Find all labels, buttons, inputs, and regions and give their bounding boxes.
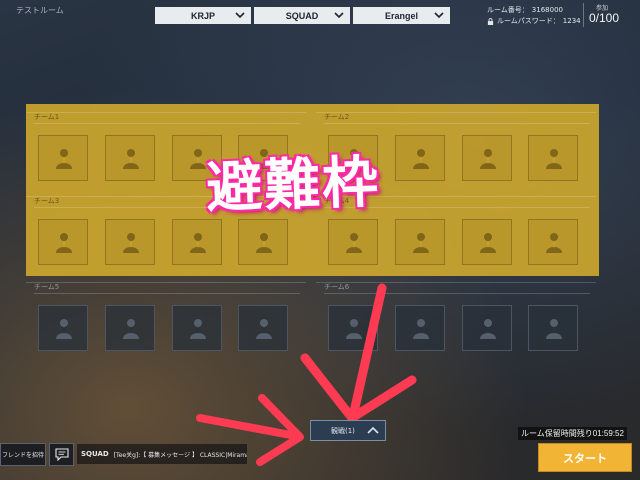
overlay-caption: 避難枠 xyxy=(205,148,382,222)
team-label: チーム2 xyxy=(324,113,350,121)
mode-value: SQUAD xyxy=(285,10,319,21)
chevron-up-icon xyxy=(367,426,379,434)
player-silhouette-icon xyxy=(56,319,72,339)
team-label: チーム6 xyxy=(324,283,350,291)
spectate-button[interactable]: 観戦(1) xyxy=(310,420,386,441)
player-silhouette-icon xyxy=(413,233,429,253)
team-divider xyxy=(34,123,300,124)
player-silhouette-icon xyxy=(123,149,139,169)
player-slot[interactable] xyxy=(395,135,445,181)
team-label: チーム3 xyxy=(34,197,60,205)
player-silhouette-icon xyxy=(413,319,429,339)
player-silhouette-icon xyxy=(480,233,496,253)
player-slot[interactable] xyxy=(395,305,445,351)
lock-icon xyxy=(487,18,494,25)
player-silhouette-icon xyxy=(56,233,72,253)
player-silhouette-icon xyxy=(256,233,272,253)
player-silhouette-icon xyxy=(546,319,562,339)
arrow-right-head xyxy=(256,394,304,466)
player-slot[interactable] xyxy=(328,219,378,265)
chat-message: [Tee关g]:【 募集メッセージ 】 CLASSIC|Mirama xyxy=(113,451,247,459)
player-silhouette-icon xyxy=(546,233,562,253)
room-password-label: ルームパスワード： xyxy=(497,17,560,25)
map-value: Erangel xyxy=(384,10,418,21)
room-info: ルーム番号： 3168000 ルームパスワード： 1234 xyxy=(487,5,581,27)
player-silhouette-icon xyxy=(480,319,496,339)
player-slot[interactable] xyxy=(172,219,222,265)
chat-bar[interactable]: SQUAD [Tee关g]:【 募集メッセージ 】 CLASSIC|Mirama xyxy=(77,444,247,464)
player-silhouette-icon xyxy=(123,319,139,339)
player-silhouette-icon xyxy=(123,233,139,253)
player-slot[interactable] xyxy=(395,219,445,265)
region-dropdown[interactable]: KRJP xyxy=(155,7,251,24)
mode-dropdown[interactable]: SQUAD xyxy=(254,7,350,24)
player-silhouette-icon xyxy=(190,319,206,339)
player-slot[interactable] xyxy=(105,305,155,351)
player-silhouette-icon xyxy=(346,319,362,339)
player-slot[interactable] xyxy=(238,219,288,265)
player-slot[interactable] xyxy=(105,135,155,181)
player-silhouette-icon xyxy=(190,233,206,253)
start-button[interactable]: スタート xyxy=(538,443,632,472)
player-slot[interactable] xyxy=(528,305,578,351)
team-divider xyxy=(34,293,300,294)
player-silhouette-icon xyxy=(546,149,562,169)
team-block-6: チーム6 xyxy=(316,282,596,360)
player-silhouette-icon xyxy=(346,233,362,253)
room-number-label: ルーム番号： xyxy=(487,6,529,14)
player-slot[interactable] xyxy=(528,135,578,181)
invite-friend-button[interactable]: フレンドを招待 xyxy=(0,443,46,466)
player-slot[interactable] xyxy=(462,219,512,265)
chevron-down-icon xyxy=(235,12,245,19)
participant-counter: 参加 0/100 xyxy=(583,3,624,27)
player-silhouette-icon xyxy=(480,149,496,169)
player-silhouette-icon xyxy=(413,149,429,169)
player-silhouette-icon xyxy=(56,149,72,169)
chat-button[interactable] xyxy=(49,443,74,466)
participants-value: 0/100 xyxy=(589,11,620,25)
team-divider xyxy=(324,293,590,294)
player-slot[interactable] xyxy=(462,305,512,351)
room-number-value: 3168000 xyxy=(531,6,563,14)
team-divider xyxy=(324,123,590,124)
map-dropdown[interactable]: Erangel xyxy=(353,7,450,24)
room-password-value: 1234 xyxy=(562,17,581,25)
room-hold-timer: ルーム保留時間残り01:59:52 xyxy=(518,427,627,440)
room-number: ルーム番号： 3168000 xyxy=(487,5,581,16)
chat-bubble-icon xyxy=(55,448,69,461)
spectate-label: 観戦(1) xyxy=(331,426,355,435)
player-slot[interactable] xyxy=(105,219,155,265)
room-password: ルームパスワード： 1234 xyxy=(487,16,581,27)
player-slot[interactable] xyxy=(172,305,222,351)
chevron-down-icon xyxy=(434,12,444,19)
team-block-5: チーム5 xyxy=(26,282,306,360)
player-slot[interactable] xyxy=(38,219,88,265)
player-silhouette-icon xyxy=(256,319,272,339)
player-slot[interactable] xyxy=(528,219,578,265)
player-slot[interactable] xyxy=(328,305,378,351)
chevron-down-icon xyxy=(334,12,344,19)
arrow-right-shaft xyxy=(196,414,300,440)
player-slot[interactable] xyxy=(38,135,88,181)
region-value: KRJP xyxy=(190,10,215,21)
room-title: テストルーム xyxy=(16,6,64,15)
timer-value: 01:59:52 xyxy=(592,429,624,438)
arrow-down-head xyxy=(300,353,417,423)
player-slot[interactable] xyxy=(38,305,88,351)
player-slot[interactable] xyxy=(462,135,512,181)
timer-label: ルーム保留時間残り xyxy=(521,429,593,438)
team-label: チーム1 xyxy=(34,113,60,121)
team-label: チーム5 xyxy=(34,283,60,291)
chat-mode: SQUAD xyxy=(81,450,109,458)
player-slot[interactable] xyxy=(238,305,288,351)
